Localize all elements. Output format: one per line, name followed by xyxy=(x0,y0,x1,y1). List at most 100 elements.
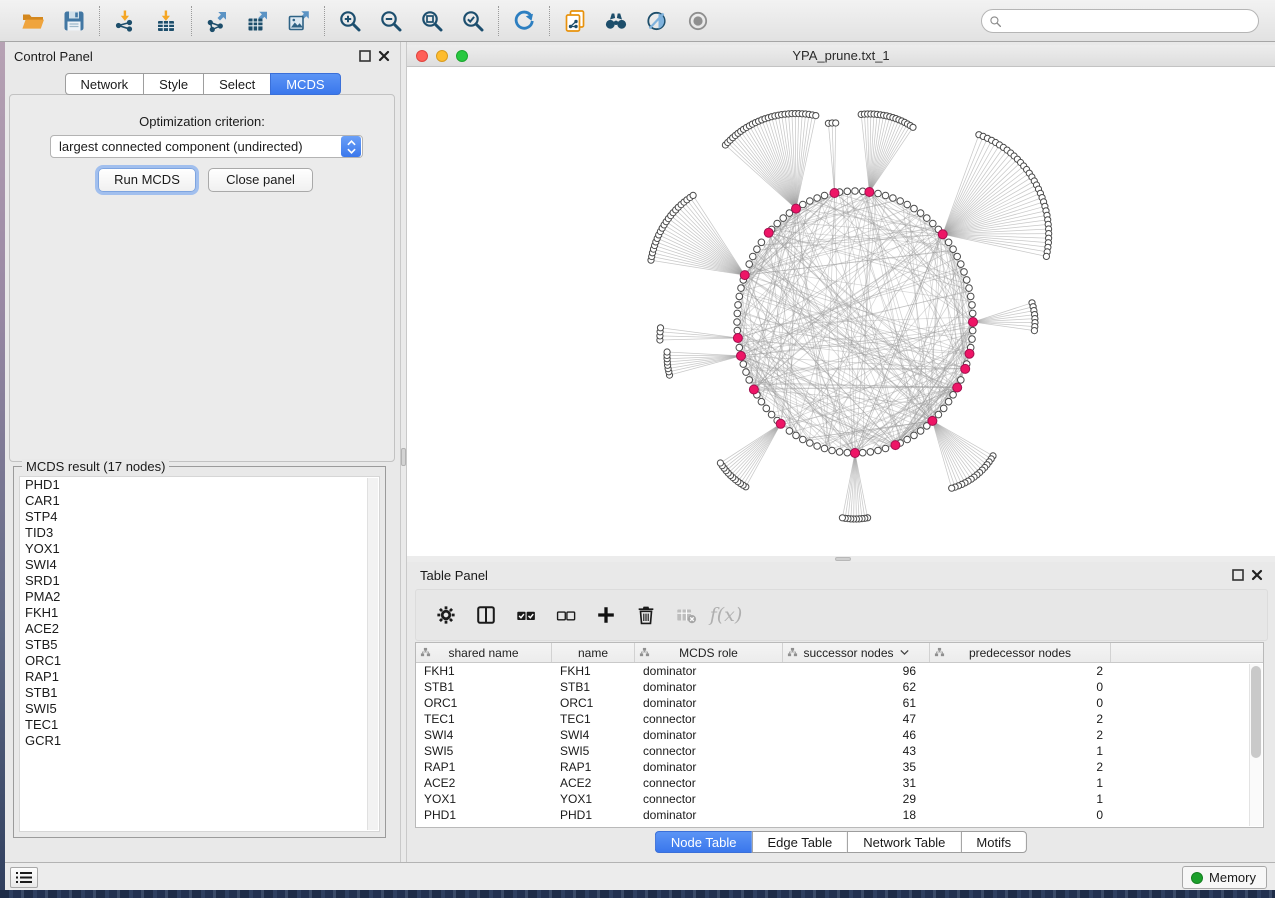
network-node[interactable] xyxy=(1031,328,1037,334)
mcds-result-item[interactable]: GCR1 xyxy=(20,733,379,749)
network-node[interactable] xyxy=(924,215,931,222)
network-node[interactable] xyxy=(897,198,904,205)
network-node[interactable] xyxy=(969,336,976,343)
clone-network-button[interactable] xyxy=(560,6,590,36)
network-node[interactable] xyxy=(875,190,882,197)
vertical-splitter[interactable] xyxy=(400,42,407,862)
float-panel-icon[interactable] xyxy=(1232,569,1244,581)
table-row[interactable]: TEC1TEC1connector472 xyxy=(416,711,1263,727)
network-node[interactable] xyxy=(758,239,765,246)
network-dominator-node[interactable] xyxy=(928,416,937,425)
mcds-result-item[interactable]: RAP1 xyxy=(20,669,379,685)
table-row[interactable]: ACE2ACE2connector311 xyxy=(416,775,1263,791)
column-header-shared-name[interactable]: shared name xyxy=(416,643,552,662)
mcds-result-item[interactable]: YOX1 xyxy=(20,541,379,557)
network-node[interactable] xyxy=(735,302,742,309)
network-node[interactable] xyxy=(814,443,821,450)
tab-motifs[interactable]: Motifs xyxy=(960,831,1027,853)
vertical-splitter-grip[interactable] xyxy=(401,448,406,466)
network-node[interactable] xyxy=(743,369,750,376)
network-node[interactable] xyxy=(961,269,968,276)
network-node[interactable] xyxy=(768,411,775,418)
network-node[interactable] xyxy=(958,377,965,384)
network-node[interactable] xyxy=(945,239,952,246)
network-node[interactable] xyxy=(734,319,741,326)
open-folder-button[interactable] xyxy=(18,6,48,36)
network-node[interactable] xyxy=(940,405,947,412)
network-node[interactable] xyxy=(734,310,741,317)
network-node[interactable] xyxy=(736,344,743,351)
table-row[interactable]: RAP1RAP1dominator352 xyxy=(416,759,1263,775)
network-dominator-node[interactable] xyxy=(764,228,773,237)
network-node[interactable] xyxy=(930,220,937,227)
mcds-result-item[interactable]: SRD1 xyxy=(20,573,379,589)
delete-button[interactable] xyxy=(633,602,659,628)
table-row[interactable]: PHD1PHD1dominator180 xyxy=(416,807,1263,823)
network-node[interactable] xyxy=(814,195,821,202)
table-row[interactable]: SWI4SWI4dominator462 xyxy=(416,727,1263,743)
search-input[interactable] xyxy=(1002,11,1258,31)
close-panel-icon[interactable] xyxy=(378,50,390,62)
network-node[interactable] xyxy=(904,201,911,208)
network-node[interactable] xyxy=(917,210,924,217)
network-node[interactable] xyxy=(821,445,828,452)
network-node[interactable] xyxy=(945,398,952,405)
search-box[interactable] xyxy=(981,9,1259,33)
network-node[interactable] xyxy=(736,293,743,300)
network-node[interactable] xyxy=(807,198,814,205)
network-dominator-node[interactable] xyxy=(749,385,758,394)
import-network-button[interactable] xyxy=(110,6,140,36)
network-node[interactable] xyxy=(738,285,745,292)
import-table-button[interactable] xyxy=(151,6,181,36)
network-node[interactable] xyxy=(758,398,765,405)
network-node[interactable] xyxy=(833,120,839,126)
network-node[interactable] xyxy=(829,447,836,454)
network-node[interactable] xyxy=(904,436,911,443)
network-node[interactable] xyxy=(950,246,957,253)
mcds-result-item[interactable]: CAR1 xyxy=(20,493,379,509)
network-dominator-node[interactable] xyxy=(865,188,874,197)
deselect-all-button[interactable] xyxy=(553,602,579,628)
network-node[interactable] xyxy=(969,302,976,309)
network-node[interactable] xyxy=(949,485,955,491)
result-list-scrollbar[interactable] xyxy=(367,478,378,830)
memory-button[interactable]: Memory xyxy=(1182,866,1267,889)
network-node[interactable] xyxy=(807,440,814,447)
network-node[interactable] xyxy=(867,449,874,456)
network-dominator-node[interactable] xyxy=(851,449,860,458)
tab-select[interactable]: Select xyxy=(203,73,270,95)
network-node[interactable] xyxy=(717,460,723,466)
network-node[interactable] xyxy=(746,261,753,268)
network-node[interactable] xyxy=(911,432,918,439)
mcds-result-item[interactable]: STB5 xyxy=(20,637,379,653)
network-dominator-node[interactable] xyxy=(891,441,900,450)
network-node[interactable] xyxy=(890,195,897,202)
network-dominator-node[interactable] xyxy=(830,189,839,198)
network-canvas[interactable] xyxy=(407,67,1275,556)
network-node[interactable] xyxy=(836,449,843,456)
close-panel-button[interactable]: Close panel xyxy=(208,168,313,192)
export-table-button[interactable] xyxy=(243,6,273,36)
select-all-button[interactable] xyxy=(513,602,539,628)
horizontal-splitter-grip[interactable] xyxy=(835,557,851,561)
network-node[interactable] xyxy=(967,293,974,300)
network-node[interactable] xyxy=(852,188,859,195)
network-node[interactable] xyxy=(859,449,866,456)
network-node[interactable] xyxy=(935,411,942,418)
table-row[interactable]: SWI5SWI5connector431 xyxy=(416,743,1263,759)
network-node[interactable] xyxy=(786,428,793,435)
refresh-button[interactable] xyxy=(509,6,539,36)
network-node[interactable] xyxy=(754,246,761,253)
optimization-criterion-select[interactable]: largest connected component (undirected) xyxy=(50,135,363,158)
network-node[interactable] xyxy=(734,327,741,334)
add-button[interactable] xyxy=(593,602,619,628)
column-header-successor-nodes[interactable]: successor nodes xyxy=(783,643,930,662)
network-dominator-node[interactable] xyxy=(733,334,742,343)
table-row[interactable]: ORC1ORC1dominator610 xyxy=(416,695,1263,711)
mcds-result-item[interactable]: FKH1 xyxy=(20,605,379,621)
zoom-fit-button[interactable] xyxy=(417,6,447,36)
network-node[interactable] xyxy=(882,445,889,452)
tab-mcds[interactable]: MCDS xyxy=(270,73,340,95)
table-scrollbar[interactable] xyxy=(1249,664,1262,826)
columns-button[interactable] xyxy=(473,602,499,628)
